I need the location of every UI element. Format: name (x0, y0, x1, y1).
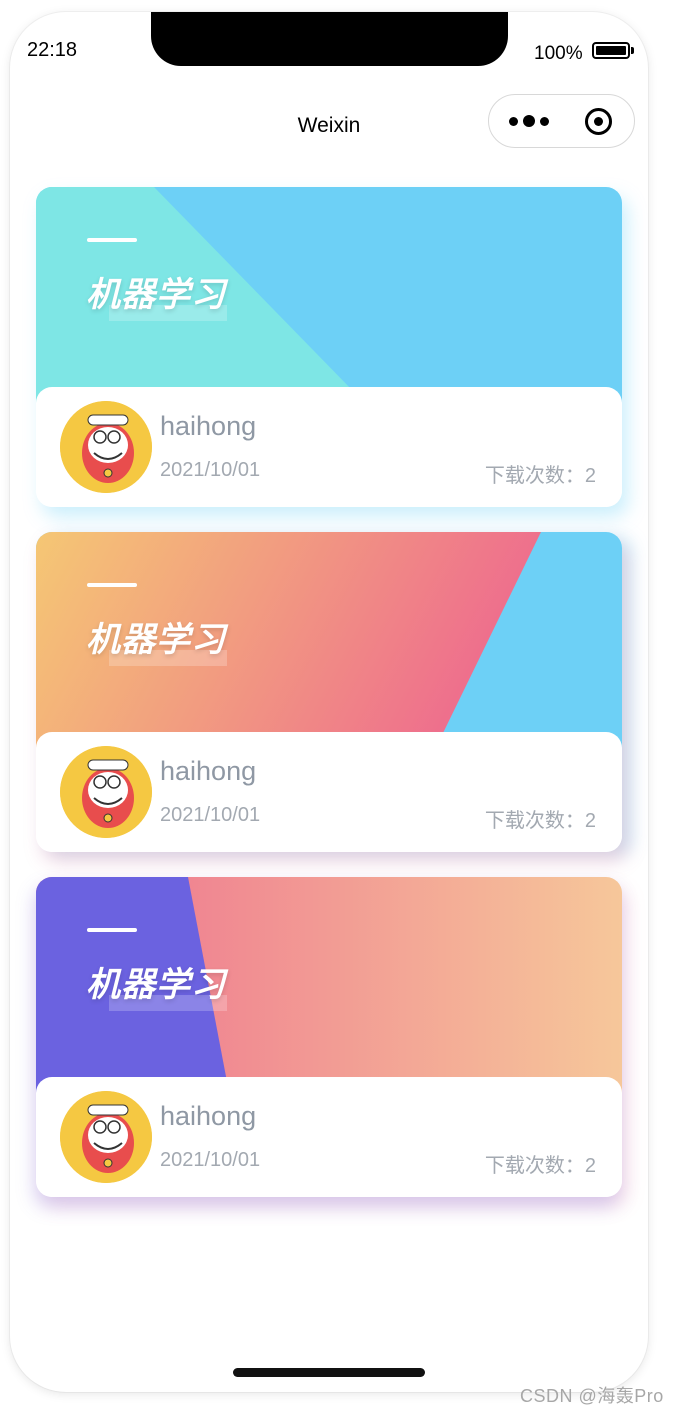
card-info: haihong 2021/10/01 下载次数：2 (36, 387, 622, 507)
download-count: 下载次数：2 (484, 810, 596, 832)
card-title: 机器学习 (86, 621, 226, 659)
resource-card-2[interactable]: 机器学习 haihong 2021/10/01 下载次数：2 (36, 532, 622, 852)
title-accent-bar (87, 928, 137, 932)
miniprogram-capsule (488, 94, 635, 148)
card-title: 机器学习 (86, 276, 226, 314)
home-indicator[interactable] (233, 1368, 425, 1377)
title-accent-bar (87, 238, 137, 242)
title-accent-bar (87, 583, 137, 587)
avatar (60, 746, 152, 838)
close-miniprogram-icon[interactable] (585, 108, 612, 135)
resource-card-3[interactable]: 机器学习 haihong 2021/10/01 下载次数：2 (36, 877, 622, 1197)
resource-card-1[interactable]: 机器学习 haihong 2021/10/01 下载次数：2 (36, 187, 622, 507)
upload-date: 2021/10/01 (160, 1149, 261, 1171)
upload-date: 2021/10/01 (160, 459, 261, 481)
card-info: haihong 2021/10/01 下载次数：2 (36, 732, 622, 852)
username: haihong (160, 411, 257, 441)
watermark: CSDN @海轰Pro (520, 1386, 664, 1406)
username: haihong (160, 1101, 257, 1131)
download-count: 下载次数：2 (484, 465, 596, 487)
battery-icon (592, 42, 630, 59)
more-icon[interactable] (509, 111, 549, 131)
card-info: haihong 2021/10/01 下载次数：2 (36, 1077, 622, 1197)
phone-frame: 22:18 100% Weixin 机器学习 haihong 2021/10/0… (10, 12, 648, 1392)
avatar (60, 1091, 152, 1183)
notch (151, 12, 508, 66)
username: haihong (160, 756, 257, 786)
status-time: 22:18 (27, 39, 78, 61)
card-title: 机器学习 (86, 966, 226, 1004)
download-count: 下载次数：2 (484, 1155, 596, 1177)
battery-tip (631, 47, 634, 54)
avatar (60, 401, 152, 493)
upload-date: 2021/10/01 (160, 804, 261, 826)
battery-percentage: 100% (534, 43, 583, 64)
